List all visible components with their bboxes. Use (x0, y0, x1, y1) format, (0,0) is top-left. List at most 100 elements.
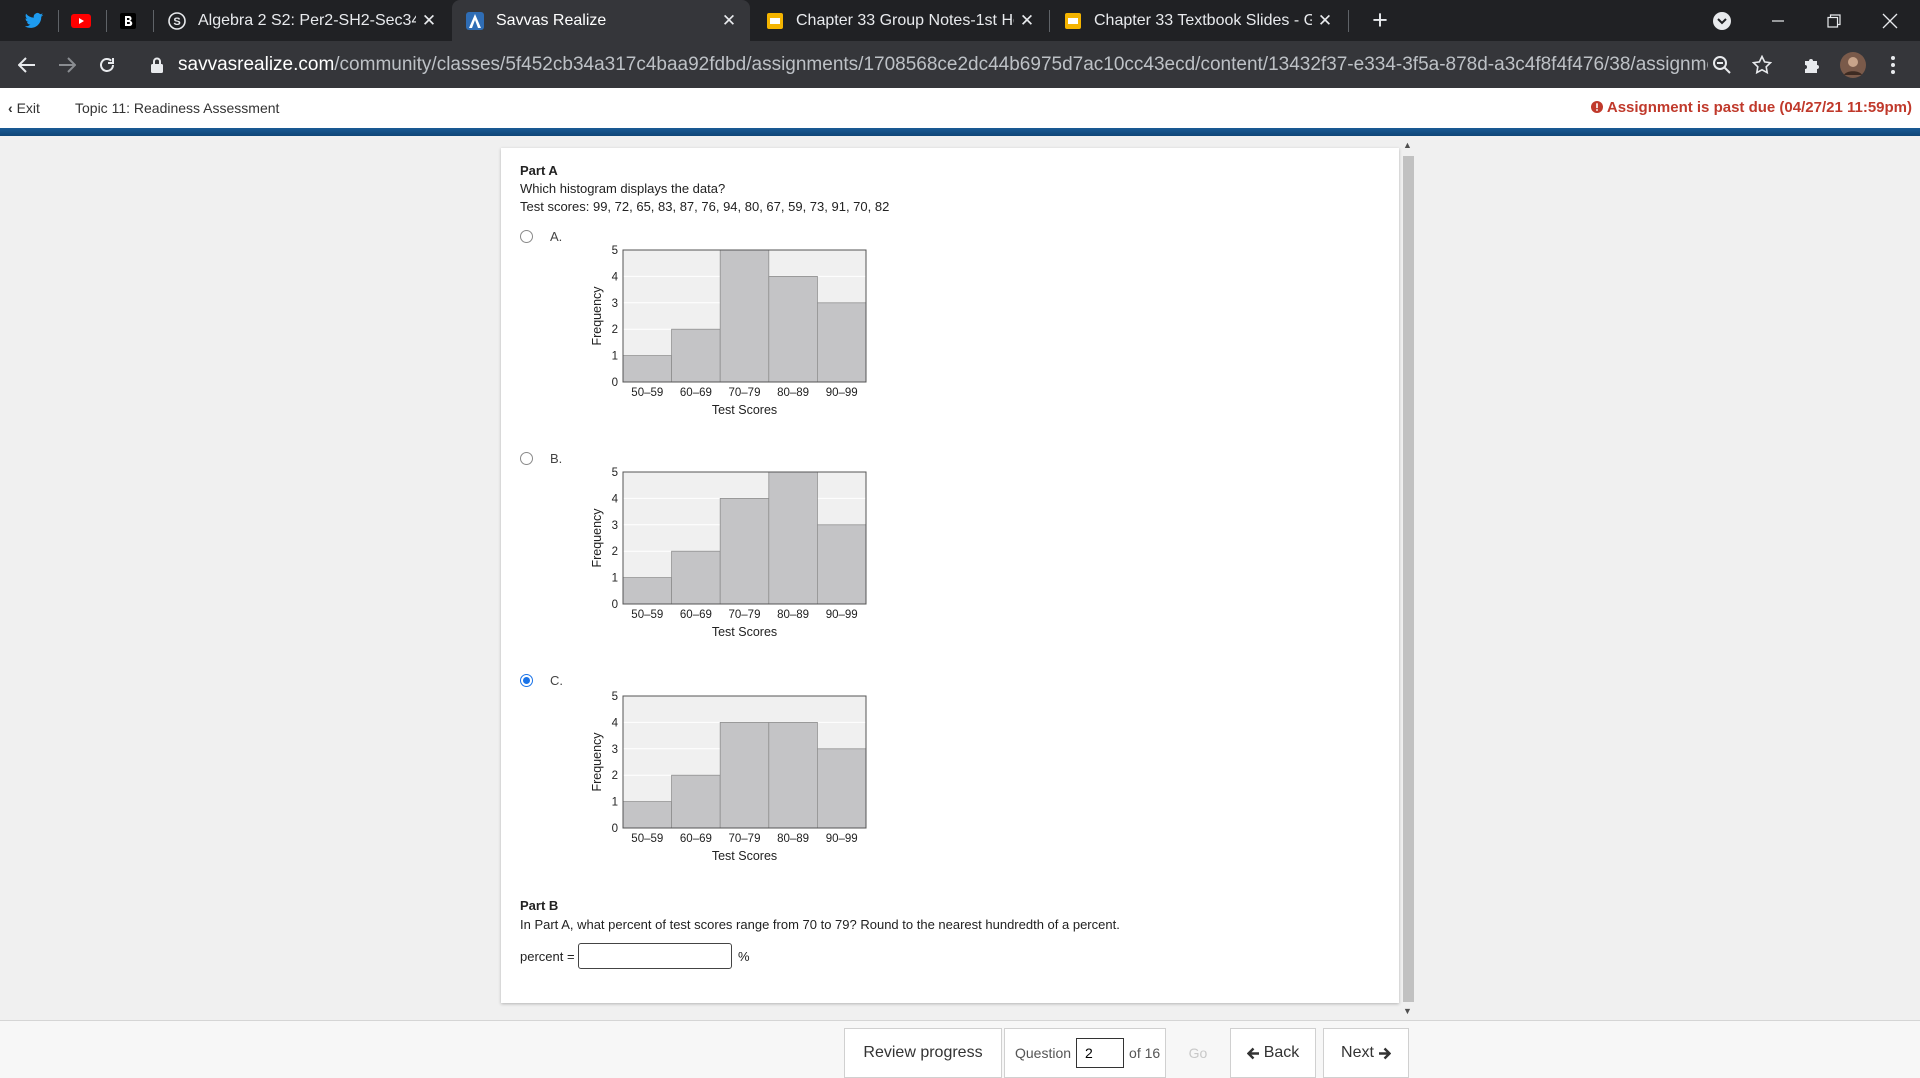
tab-algebra[interactable]: S Algebra 2 S2: Per2-SH2-Sec341 | ✕ (154, 0, 450, 41)
extensions-button[interactable] (1795, 48, 1829, 82)
histogram-bar (622, 577, 672, 605)
exit-link[interactable]: ‹ Exit (8, 100, 40, 116)
browser-menu-button[interactable] (1876, 48, 1910, 82)
past-due-notice: Assignment is past due (04/27/21 11:59pm… (1591, 99, 1912, 116)
chevron-left-icon: ‹ (8, 100, 13, 116)
lock-icon (151, 57, 163, 73)
option-b-label[interactable]: B. (550, 451, 562, 466)
tab-close-icon[interactable]: ✕ (416, 11, 442, 31)
tab-search-button[interactable] (1694, 0, 1750, 41)
y-tick-label: 2 (612, 546, 618, 558)
url-field[interactable]: savvasrealize.com/community/classes/5f45… (140, 47, 1760, 83)
part-b-prompt: In Part A, what percent of test scores r… (520, 917, 1120, 932)
x-tick-label: 90–99 (826, 387, 858, 399)
review-progress-button[interactable]: Review progress (844, 1028, 1002, 1078)
part-a-prompt: Which histogram displays the data? (520, 181, 726, 196)
google-slides-icon (1064, 12, 1082, 30)
back-button[interactable]: Back (1230, 1028, 1316, 1078)
y-tick-label: 1 (612, 351, 618, 363)
y-tick-label: 0 (612, 599, 618, 611)
go-button[interactable]: Go (1168, 1028, 1228, 1078)
x-tick-label: 70–79 (729, 387, 761, 399)
part-b-title: Part B (520, 898, 559, 913)
histogram-bar (816, 302, 867, 383)
y-tick-label: 0 (612, 823, 618, 835)
profile-button[interactable] (1836, 48, 1870, 82)
x-tick-label: 50–59 (631, 833, 663, 845)
histogram-bar (816, 524, 867, 605)
window-close-button[interactable] (1862, 0, 1918, 41)
restore-icon (1827, 13, 1841, 28)
reload-icon (100, 58, 114, 72)
savvas-realize-icon (466, 11, 484, 30)
b-logo-icon (120, 13, 136, 29)
close-icon (1882, 13, 1898, 28)
tab-close-icon[interactable]: ✕ (1312, 11, 1338, 31)
histogram-bar (622, 801, 672, 829)
pinned-tab-youtube[interactable] (59, 6, 103, 36)
y-tick-label: 5 (612, 245, 618, 257)
x-tick-label: 80–89 (777, 833, 809, 845)
histogram-svg: 0 1 2 3 4 5 50–59 60–69 70–79 80–89 90–99 Test Scor… (590, 691, 867, 863)
x-tick-label: 60–69 (680, 609, 712, 621)
tab-textbook-slides[interactable]: Chapter 33 Textbook Slides - Goo ✕ (1050, 0, 1346, 41)
y-tick-label: 1 (612, 797, 618, 809)
new-tab-button[interactable]: + (1363, 4, 1397, 38)
pinned-tab-b[interactable] (106, 6, 150, 36)
restore-button[interactable] (1806, 0, 1862, 41)
address-bar: savvasrealize.com/community/classes/5f45… (0, 41, 1920, 88)
zoom-icon (1713, 56, 1731, 74)
question-label: Question (1015, 1045, 1072, 1061)
arrow-right-icon (1378, 1047, 1391, 1059)
zoom-button[interactable] (1705, 48, 1739, 82)
option-a-label[interactable]: A. (550, 229, 562, 244)
question-number-input[interactable] (1076, 1038, 1125, 1068)
percent-input[interactable] (578, 943, 732, 969)
tab-close-icon[interactable]: ✕ (716, 11, 742, 31)
browser-tab-strip: S Algebra 2 S2: Per2-SH2-Sec341 | ✕ Savv… (0, 0, 1920, 41)
chevron-down-circle-icon (1713, 11, 1731, 30)
bookmark-button[interactable] (1745, 48, 1779, 82)
histogram-bar (671, 328, 721, 383)
scrollbar-thumb[interactable] (1403, 156, 1414, 1002)
question-navigator: Question of 16 (1004, 1028, 1166, 1078)
option-c-radio[interactable] (520, 674, 533, 687)
percent-unit: % (738, 949, 750, 964)
tab-savvas-realize[interactable]: Savvas Realize ✕ (452, 0, 750, 41)
reload-button[interactable] (90, 48, 124, 82)
next-button[interactable]: Next (1323, 1028, 1409, 1078)
y-tick-label: 2 (612, 324, 618, 336)
pinned-tab-twitter[interactable] (12, 6, 56, 36)
google-slides-icon (766, 12, 784, 30)
tab-separator (1348, 10, 1349, 32)
option-c-label[interactable]: C. (550, 673, 563, 688)
forward-nav-button[interactable] (50, 48, 84, 82)
y-tick-label: 1 (612, 573, 618, 585)
arrow-left-icon (18, 57, 35, 73)
option-b-radio[interactable] (520, 452, 533, 465)
histogram-bar (768, 722, 818, 829)
histogram-c: 0 1 2 3 4 5 50–59 60–69 70–79 80–89 90–99 Test Scor… (580, 684, 880, 864)
histogram-bar (719, 249, 770, 383)
panel-scrollbar[interactable]: ▲ ▼ (1400, 140, 1417, 1020)
page-title: Topic 11: Readiness Assessment (75, 100, 280, 116)
exit-label: Exit (16, 100, 40, 116)
url-host: savvasrealize.com (178, 54, 335, 75)
histogram-bar (719, 722, 770, 829)
scroll-up-icon[interactable]: ▲ (1403, 140, 1412, 150)
tab-group-notes[interactable]: Chapter 33 Group Notes-1st Hou ✕ (752, 0, 1048, 41)
savvas-s-icon: S (168, 11, 186, 30)
kebab-menu-icon (1891, 56, 1895, 74)
app-header: ‹ Exit Topic 11: Readiness Assessment As… (0, 88, 1920, 128)
question-total: of 16 (1129, 1045, 1161, 1061)
avatar (1840, 52, 1866, 78)
histogram-svg: 0 1 2 3 4 5 50–59 60–69 70–79 80–89 90–99 Test Scor… (590, 245, 867, 417)
scroll-down-icon[interactable]: ▼ (1403, 1006, 1412, 1016)
option-a-radio[interactable] (520, 230, 533, 243)
back-nav-button[interactable] (10, 48, 44, 82)
minimize-button[interactable] (1750, 0, 1806, 41)
tab-close-icon[interactable]: ✕ (1014, 11, 1040, 31)
tab-title: Savvas Realize (496, 11, 607, 29)
svg-text:S: S (173, 16, 180, 28)
arrow-left-icon (1246, 1047, 1259, 1059)
